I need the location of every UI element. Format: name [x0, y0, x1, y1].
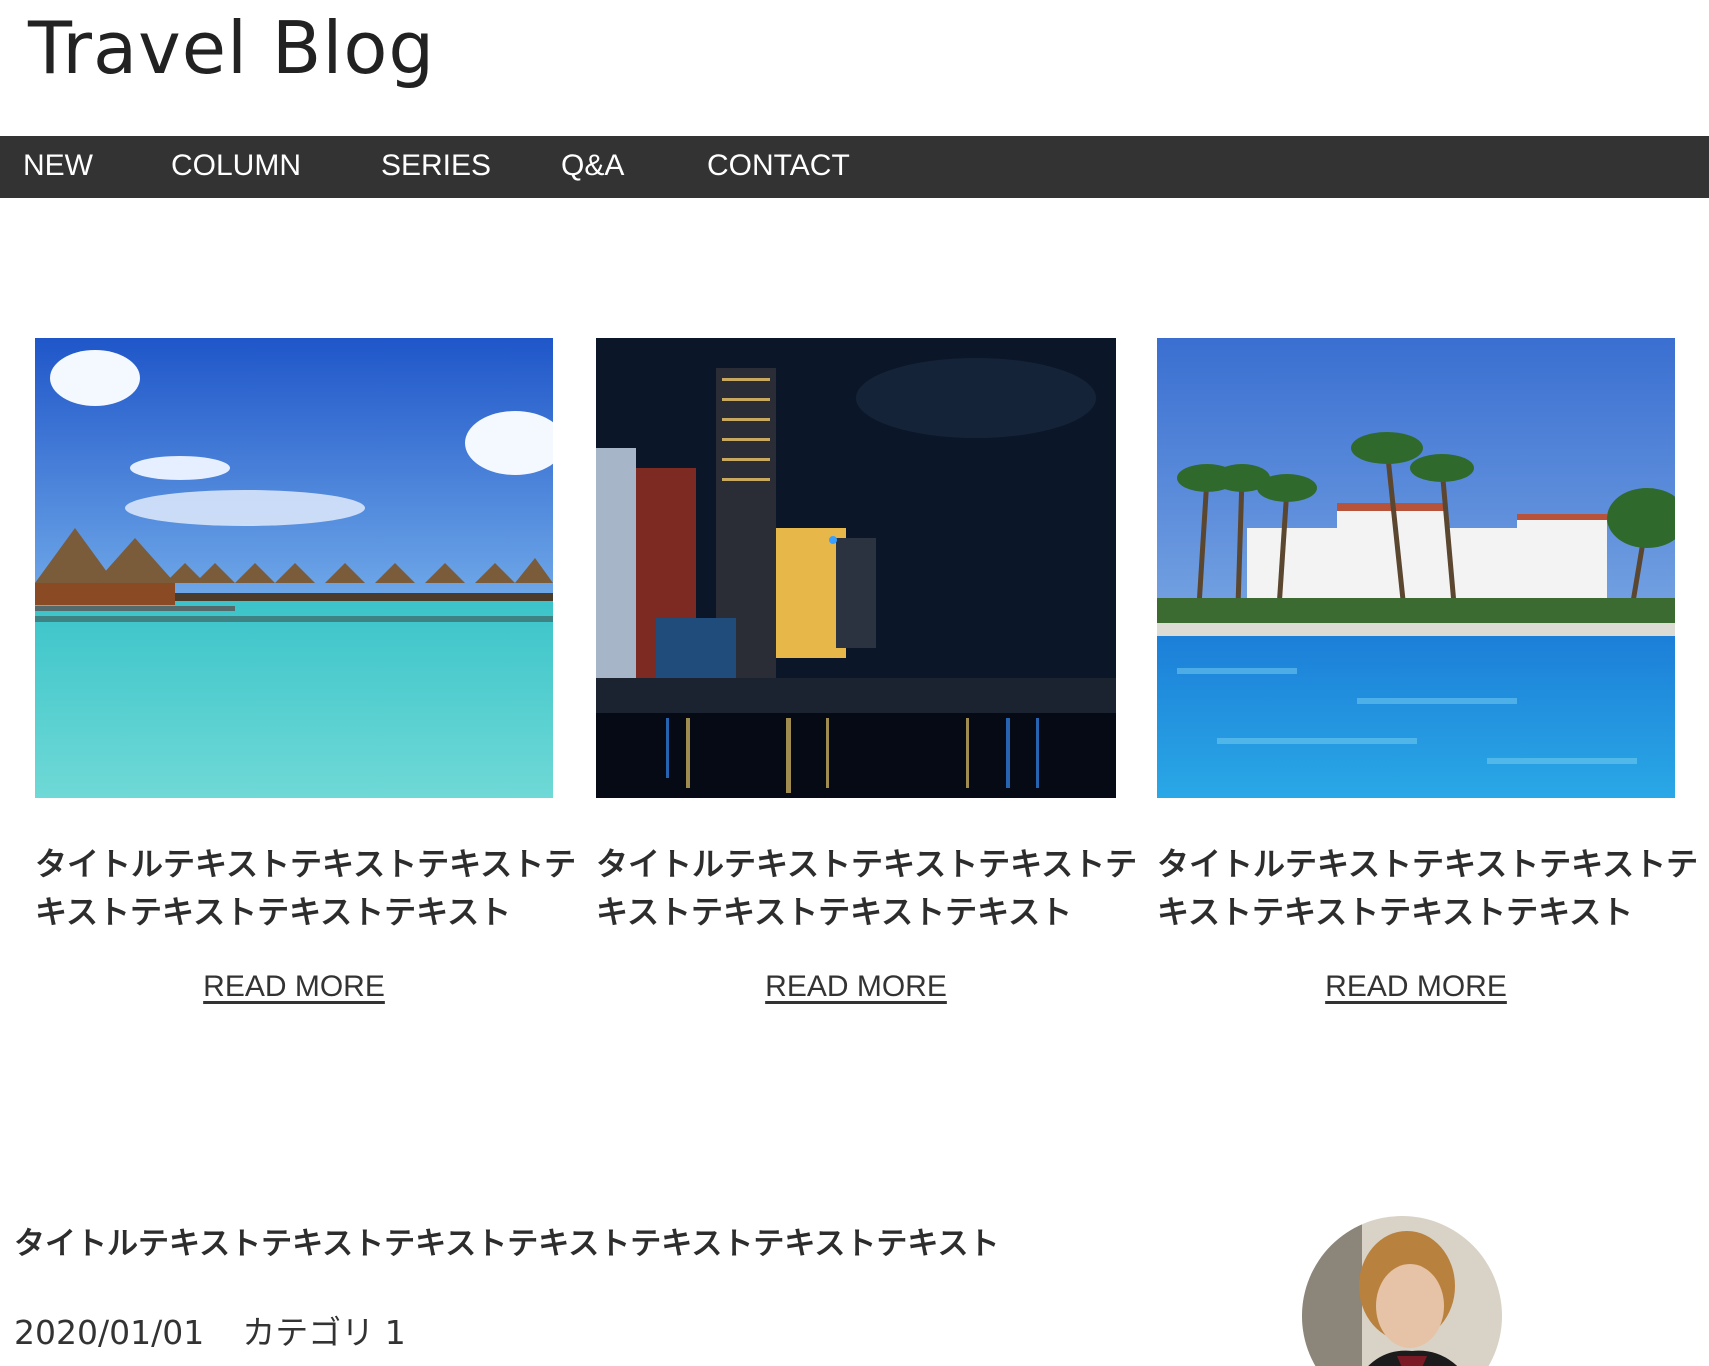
article-card: タイトルテキストテキストテキストテキストテキストテキストテキスト READ MO…: [596, 338, 1156, 1004]
article-card: タイトルテキストテキストテキストテキストテキストテキストテキスト READ MO…: [35, 338, 595, 1004]
author-avatar[interactable]: [1302, 1216, 1502, 1366]
read-more-link[interactable]: READ MORE: [596, 970, 1116, 1004]
post-date: 2020/01/01: [14, 1313, 205, 1352]
card-title[interactable]: タイトルテキストテキストテキストテキストテキストテキストテキスト: [596, 840, 1146, 936]
featured-article-title[interactable]: タイトルテキストテキストテキストテキストテキストテキストテキスト: [14, 1218, 1000, 1263]
nav-item-new[interactable]: NEW: [23, 149, 93, 183]
article-card: タイトルテキストテキストテキストテキストテキストテキストテキスト READ MO…: [1157, 338, 1709, 1004]
card-title[interactable]: タイトルテキストテキストテキストテキストテキストテキストテキスト: [1157, 840, 1707, 936]
site-title[interactable]: Travel Blog: [28, 6, 435, 90]
nav-item-column[interactable]: COLUMN: [171, 149, 301, 183]
nav-item-qa[interactable]: Q&A: [561, 149, 624, 183]
card-image-night-city[interactable]: [596, 338, 1116, 798]
card-image-bungalows[interactable]: [35, 338, 553, 798]
main-nav: NEW COLUMN SERIES Q&A CONTACT: [0, 136, 1709, 198]
post-category[interactable]: カテゴリ 1: [242, 1313, 406, 1352]
nav-item-contact[interactable]: CONTACT: [707, 149, 850, 183]
read-more-link[interactable]: READ MORE: [1157, 970, 1675, 1004]
read-more-link[interactable]: READ MORE: [35, 970, 553, 1004]
featured-article-meta: 2020/01/01 カテゴリ 1: [14, 1306, 444, 1354]
card-image-resort-pool[interactable]: [1157, 338, 1675, 798]
nav-item-series[interactable]: SERIES: [381, 149, 491, 183]
card-title[interactable]: タイトルテキストテキストテキストテキストテキストテキストテキスト: [35, 840, 585, 936]
